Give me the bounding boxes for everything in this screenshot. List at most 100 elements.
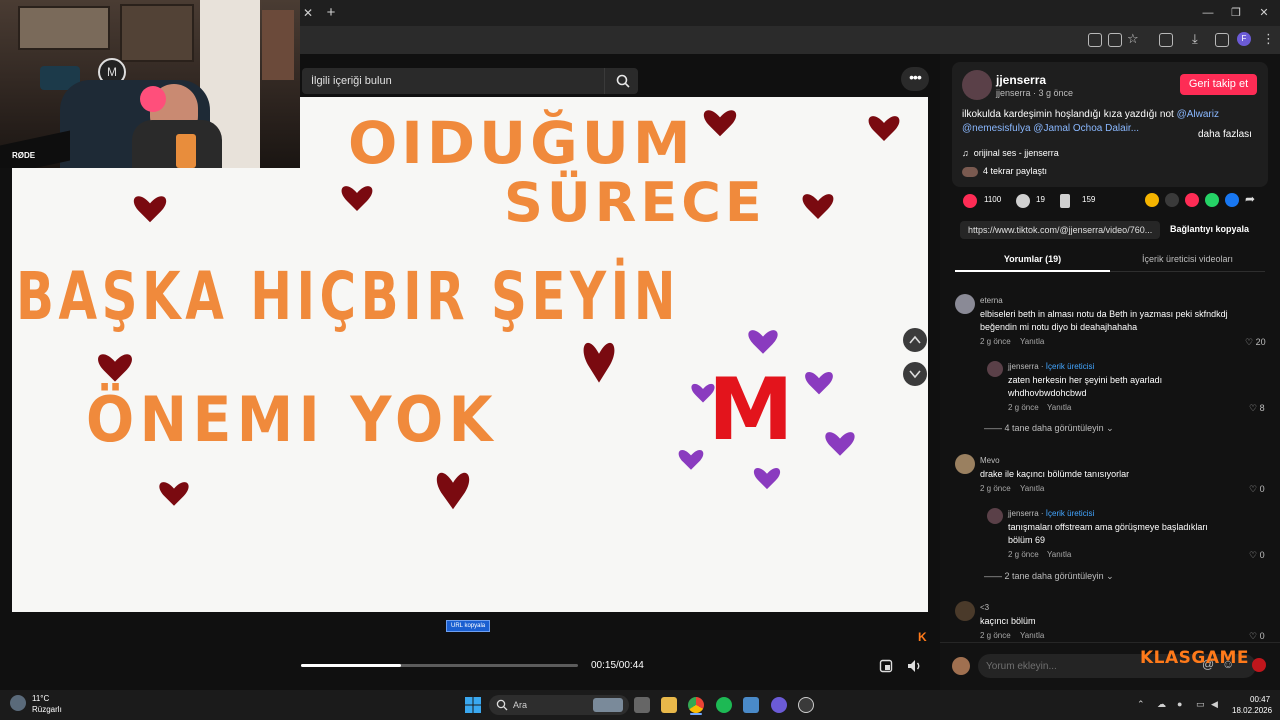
comment-username[interactable]: eterna <box>980 296 1003 305</box>
caption-mention[interactable]: @Alwariz <box>1177 109 1219 120</box>
new-tab-button[interactable]: + <box>323 0 339 26</box>
discord-icon[interactable] <box>771 697 787 713</box>
reply-button[interactable]: Yanıtla <box>1020 631 1044 640</box>
comment-username[interactable]: Mevo <box>980 456 1000 465</box>
drawing-line-4: ÖNEMI YOK <box>86 383 498 456</box>
comment-like[interactable]: ♡ 0 <box>1249 484 1265 495</box>
sidebar: jjenserra jjenserra · 3 g önce Geri taki… <box>940 54 1280 690</box>
share-arrow-icon[interactable]: ➦ <box>1245 192 1255 206</box>
related-search-box[interactable] <box>302 68 638 94</box>
clock-date[interactable]: 18.02.2026 <box>1232 706 1272 715</box>
obs-icon[interactable] <box>798 697 814 713</box>
share-friends-icon[interactable] <box>1145 193 1159 207</box>
search-button[interactable] <box>604 68 638 94</box>
comment-like[interactable]: ♡ 0 <box>1249 631 1265 642</box>
app-icon[interactable] <box>743 697 759 713</box>
reply-text: zaten herkesin her şeyini beth ayarladı … <box>1008 375 1163 398</box>
file-explorer-icon[interactable] <box>661 697 677 713</box>
reply-author[interactable]: jjenserra · İçerik üreticisi <box>1008 362 1094 371</box>
translate-icon[interactable] <box>1088 33 1102 47</box>
tab-comments[interactable]: Yorumlar (19) <box>955 254 1110 264</box>
related-search-input[interactable] <box>311 68 601 94</box>
show-more-link[interactable]: daha fazlası <box>1198 129 1252 140</box>
reply-button[interactable]: Yanıtla <box>1047 403 1071 412</box>
bookmark-star-icon[interactable]: ☆ <box>1127 31 1139 47</box>
weather-description[interactable]: Rüzgarlı <box>32 705 62 714</box>
picture-in-picture-button[interactable] <box>876 656 896 676</box>
next-video-button[interactable] <box>903 362 927 386</box>
watermark: KLASGAME <box>1140 648 1250 668</box>
speaker-icon[interactable]: ◀ <box>1211 699 1221 709</box>
network-icon[interactable]: ▭ <box>1196 699 1206 709</box>
whatsapp-icon[interactable] <box>1205 193 1219 207</box>
repost-line[interactable]: 4 tekrar paylaştı <box>962 166 1047 177</box>
task-view-icon[interactable] <box>634 697 650 713</box>
volume-button[interactable] <box>905 656 925 676</box>
comment-username[interactable]: <3 <box>980 603 989 612</box>
cast-icon[interactable] <box>1108 33 1122 47</box>
extensions-icon[interactable] <box>1159 33 1173 47</box>
avatar[interactable] <box>987 361 1003 377</box>
progress-bar[interactable] <box>301 664 578 667</box>
taskbar-search-label: Ara <box>513 700 528 710</box>
caption-mention[interactable]: @nemesisfulya @Jamal Ochoa Dalair... <box>962 123 1139 134</box>
author-name[interactable]: jjenserra <box>996 73 1046 87</box>
playback-time: 00:15/00:44 <box>591 660 644 671</box>
video-link-field[interactable]: https://www.tiktok.com/@jjenserra/video/… <box>960 221 1160 239</box>
more-options-button[interactable]: ••• <box>901 67 929 91</box>
avatar[interactable] <box>955 601 975 621</box>
reply-like[interactable]: ♡ 0 <box>1249 550 1265 561</box>
weather-temperature[interactable]: 11°C <box>32 694 49 703</box>
like-count: 1100 <box>984 195 1002 204</box>
chrome-icon[interactable] <box>688 697 704 713</box>
onedrive-icon[interactable]: ☁ <box>1157 699 1167 709</box>
browser-menu-icon[interactable]: ⋮ <box>1262 31 1275 47</box>
avatar[interactable] <box>987 508 1003 524</box>
embed-icon[interactable] <box>1165 193 1179 207</box>
send-icon[interactable] <box>1252 658 1266 672</box>
reply-button[interactable]: Yanıtla <box>1047 550 1071 559</box>
clock-time[interactable]: 00:47 <box>1250 695 1270 704</box>
view-more-replies[interactable]: —— 4 tane daha görüntüleyin ⌄ <box>984 423 1114 434</box>
maximize-button[interactable]: ❐ <box>1222 0 1250 26</box>
media-control-icon[interactable] <box>1215 33 1229 47</box>
download-icon[interactable]: ⤓ <box>1192 31 1198 47</box>
close-tab-icon[interactable]: ✕ <box>301 0 315 26</box>
webcam-overlay: M RØDE <box>0 0 300 168</box>
minimize-button[interactable]: — <box>1194 0 1222 26</box>
reply-like[interactable]: ♡ 8 <box>1249 403 1265 414</box>
profile-avatar[interactable]: F <box>1237 32 1251 46</box>
view-more-replies[interactable]: —— 2 tane daha görüntüleyin ⌄ <box>984 571 1114 582</box>
tab-creator-videos[interactable]: İçerik üreticisi videoları <box>1110 254 1265 264</box>
taskbar-search[interactable]: Ara <box>489 695 629 715</box>
heart-outline-icon: ♡ <box>1249 484 1258 494</box>
close-window-button[interactable]: ✕ <box>1250 0 1278 26</box>
bookmark-icon[interactable] <box>1060 194 1070 208</box>
comment-icon[interactable] <box>1016 194 1030 208</box>
previous-video-button[interactable] <box>903 328 927 352</box>
send-icon[interactable] <box>1185 193 1199 207</box>
avatar[interactable] <box>955 294 975 314</box>
reply-author[interactable]: jjenserra · İçerik üreticisi <box>1008 509 1094 518</box>
reply-button[interactable]: Yanıtla <box>1020 337 1044 346</box>
heart-icon <box>341 186 373 211</box>
heart-icon <box>805 372 833 395</box>
follow-back-button[interactable]: Geri takip et <box>1180 74 1257 95</box>
author-avatar[interactable] <box>962 70 992 100</box>
like-icon[interactable] <box>963 194 977 208</box>
spotify-icon[interactable] <box>716 697 732 713</box>
video-player[interactable]: OIDUĞUM SÜRECE BAŞKA HIÇBIR ŞEYİN ÖNEMI … <box>12 97 928 612</box>
comment-date: 2 g önce <box>980 631 1011 640</box>
chevron-up-icon[interactable]: ⌃ <box>1137 699 1147 709</box>
facebook-icon[interactable] <box>1225 193 1239 207</box>
microphone-icon[interactable]: ● <box>1177 699 1187 709</box>
music-line[interactable]: ♫ orijinal ses - jjenserra <box>962 148 1059 158</box>
comment-like[interactable]: ♡ 20 <box>1245 337 1266 348</box>
copy-link-button[interactable]: Bağlantıyı kopyala <box>1170 224 1249 234</box>
active-app-indicator <box>690 713 702 715</box>
reply-button[interactable]: Yanıtla <box>1020 484 1044 493</box>
windows-start-icon[interactable] <box>465 697 481 713</box>
avatar[interactable] <box>955 454 975 474</box>
comment-text: drake ile kaçıncı bölümde tanısıyorlar <box>980 469 1130 479</box>
weather-icon[interactable] <box>10 695 26 711</box>
